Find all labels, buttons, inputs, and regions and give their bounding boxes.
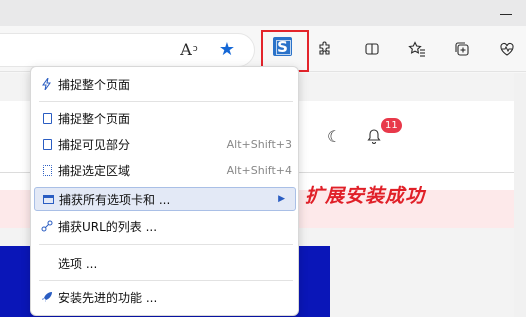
menu-item-capture-visible[interactable]: 捕捉可见部分 Alt+Shift+3 xyxy=(34,132,296,156)
split-screen-icon[interactable] xyxy=(359,36,385,62)
favorite-star-icon[interactable]: ★ xyxy=(214,36,240,62)
selection-icon xyxy=(40,164,54,176)
success-message: 扩展安装成功 xyxy=(305,185,426,207)
scrollbar[interactable] xyxy=(514,73,526,317)
notification-badge: 11 xyxy=(381,118,402,133)
menu-item-label: 捕捉可见部分 xyxy=(58,137,131,152)
read-aloud-icon[interactable]: Aↄ xyxy=(176,36,202,62)
page-icon xyxy=(40,112,54,124)
performance-heart-icon[interactable] xyxy=(494,36,520,62)
menu-item-label: 捕捉选定区域 xyxy=(58,163,131,178)
menu-separator xyxy=(39,101,293,102)
window-icon xyxy=(41,194,55,204)
menu-item-label: 捕获URL的列表 ... xyxy=(58,219,158,234)
menu-item-install-advanced[interactable]: 安装先进的功能 ... xyxy=(34,285,296,309)
moon-icon[interactable]: ☾ xyxy=(327,127,341,146)
menu-item-shortcut: Alt+Shift+3 xyxy=(226,137,292,151)
lightning-icon xyxy=(40,78,54,90)
minimize-icon[interactable] xyxy=(500,14,512,15)
submenu-arrow-icon: ▶ xyxy=(278,194,285,204)
visible-page-icon xyxy=(40,138,54,150)
menu-item-capture-all-tabs[interactable]: 捕获所有选项卡和 ... ▶ xyxy=(34,187,296,211)
extension-context-menu: 捕捉整个页面 捕捉整个页面 捕捉可见部分 Alt+Shift+3 捕捉选定区域 … xyxy=(30,66,299,316)
menu-item-label: 捕捉整个页面 xyxy=(58,111,131,126)
menu-separator xyxy=(39,244,293,245)
favorites-list-icon[interactable] xyxy=(404,36,430,62)
title-bar xyxy=(0,0,526,26)
menu-item-capture-full-quick[interactable]: 捕捉整个页面 xyxy=(34,72,296,96)
menu-separator xyxy=(39,280,293,281)
collections-icon[interactable] xyxy=(449,36,475,62)
menu-item-label: 选项 ... xyxy=(58,256,98,271)
bell-icon[interactable] xyxy=(366,128,382,149)
menu-item-label: 捕捉整个页面 xyxy=(58,77,131,92)
rocket-icon xyxy=(40,291,54,303)
menu-item-label: 捕获所有选项卡和 ... xyxy=(59,192,171,207)
menu-item-label: 安装先进的功能 ... xyxy=(58,290,158,305)
menu-item-capture-selection[interactable]: 捕捉选定区域 Alt+Shift+4 xyxy=(34,158,296,182)
menu-item-options[interactable]: 选项 ... xyxy=(34,251,296,275)
menu-item-capture-full-page[interactable]: 捕捉整个页面 xyxy=(34,106,296,130)
screenshot-extension-icon[interactable]: S xyxy=(273,37,292,56)
menu-item-capture-url-list[interactable]: 捕获URL的列表 ... xyxy=(34,214,296,238)
extensions-puzzle-icon[interactable] xyxy=(312,36,338,62)
menu-item-shortcut: Alt+Shift+4 xyxy=(226,163,292,177)
link-icon xyxy=(40,220,54,232)
